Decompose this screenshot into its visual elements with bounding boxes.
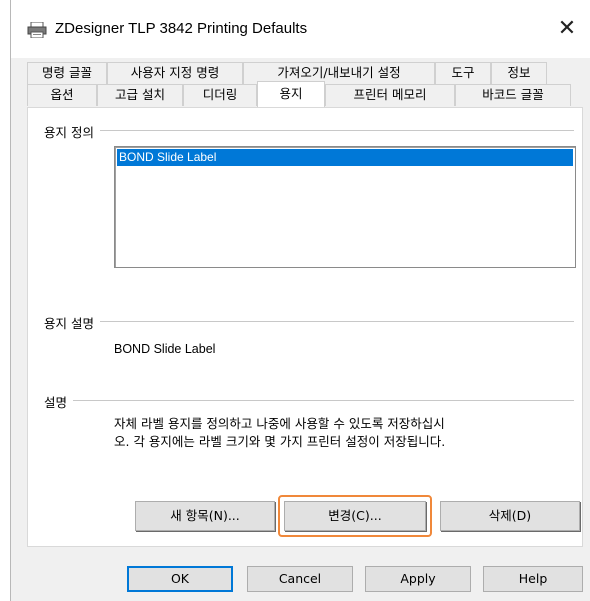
ok-button[interactable]: OK <box>127 566 233 592</box>
tab-about[interactable]: 정보 <box>491 62 547 84</box>
tab-barcode-font[interactable]: 바코드 글꼴 <box>455 84 571 106</box>
explanation-heading: 설명 <box>44 392 74 411</box>
tab-custom-command[interactable]: 사용자 지정 명령 <box>107 62 243 84</box>
tab-options[interactable]: 옵션 <box>27 84 97 106</box>
tab-advanced-setup[interactable]: 고급 설치 <box>97 84 183 106</box>
tab-command-font[interactable]: 명령 글꼴 <box>27 62 107 84</box>
explanation-line-2: 오. 각 용지에는 라벨 크기와 몇 가지 프린터 설정이 저장됩니다. <box>114 434 446 449</box>
close-icon[interactable]: ✕ <box>552 14 582 44</box>
printer-icon <box>27 22 47 38</box>
paper-description-value: BOND Slide Label <box>114 342 216 356</box>
section-divider <box>44 321 574 322</box>
change-button[interactable]: 변경(C)... <box>284 501 426 531</box>
tab-tools[interactable]: 도구 <box>435 62 491 84</box>
list-item[interactable]: BOND Slide Label <box>117 149 573 166</box>
tab-paper[interactable]: 용지 <box>257 81 325 107</box>
delete-button[interactable]: 삭제(D) <box>440 501 580 531</box>
new-item-button[interactable]: 새 항목(N)... <box>135 501 275 531</box>
cancel-button[interactable]: Cancel <box>247 566 353 592</box>
title-bar: ZDesigner TLP 3842 Printing Defaults ✕ <box>11 0 590 58</box>
explanation-text: 자체 라벨 용지를 정의하고 나중에 사용할 수 있도록 저장하십시 오. 각 … <box>114 415 574 451</box>
paper-definition-list[interactable]: BOND Slide Label <box>114 146 576 268</box>
explanation-line-1: 자체 라벨 용지를 정의하고 나중에 사용할 수 있도록 저장하십시 <box>114 416 445 431</box>
paper-description-heading: 용지 설명 <box>44 313 100 332</box>
paper-definition-heading: 용지 정의 <box>44 122 100 141</box>
window-title: ZDesigner TLP 3842 Printing Defaults <box>55 20 308 37</box>
tab-row-2: 옵션 고급 설치 디더링 용지 프린터 메모리 바코드 글꼴 <box>27 81 571 107</box>
tab-dithering[interactable]: 디더링 <box>183 84 257 106</box>
tab-printer-memory[interactable]: 프린터 메모리 <box>325 84 455 106</box>
paper-tab-panel: 용지 정의 BOND Slide Label 용지 설명 BOND Slide … <box>27 107 583 547</box>
printing-defaults-dialog: ZDesigner TLP 3842 Printing Defaults ✕ 명… <box>10 0 590 601</box>
help-button[interactable]: Help <box>483 566 583 592</box>
apply-button[interactable]: Apply <box>365 566 471 592</box>
section-divider <box>44 130 574 131</box>
section-divider <box>44 400 574 401</box>
